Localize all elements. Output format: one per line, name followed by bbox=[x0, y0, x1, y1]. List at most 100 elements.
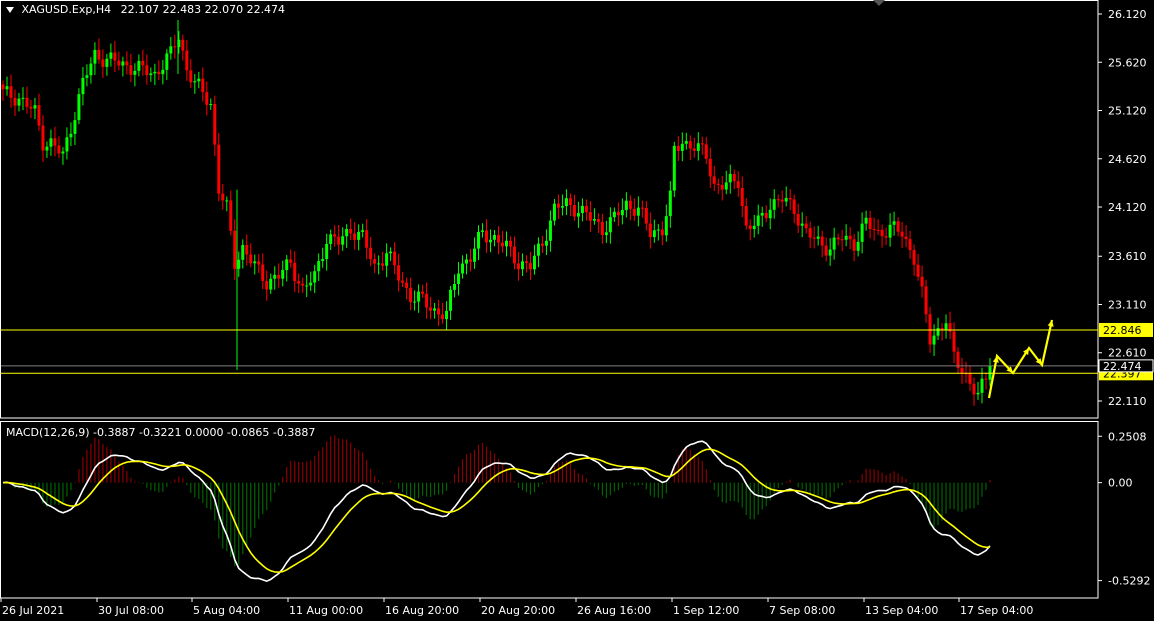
candle-body bbox=[600, 221, 604, 236]
candle-body bbox=[856, 241, 860, 251]
candle-body bbox=[493, 235, 497, 240]
price-tick-label: 23.610 bbox=[1108, 250, 1147, 263]
candle-body bbox=[437, 308, 441, 315]
candle-body bbox=[952, 331, 956, 352]
candle-body bbox=[568, 198, 572, 206]
candle-body bbox=[564, 198, 568, 207]
candle-body bbox=[389, 251, 393, 254]
candle-body bbox=[269, 278, 273, 290]
candle-body bbox=[524, 261, 528, 263]
candle-body bbox=[133, 70, 137, 75]
candle-body bbox=[900, 231, 904, 237]
candle-body bbox=[1, 84, 5, 90]
candle-body bbox=[520, 261, 524, 270]
price-tick-label: 26.120 bbox=[1108, 8, 1147, 21]
candle-body bbox=[405, 282, 409, 289]
candle-body bbox=[165, 53, 169, 70]
candle-body bbox=[840, 239, 844, 241]
candle-body bbox=[932, 335, 936, 345]
candle-body bbox=[321, 259, 325, 262]
candle-body bbox=[145, 65, 149, 76]
candle-body bbox=[848, 235, 852, 240]
candle-body bbox=[361, 230, 365, 232]
candle-body bbox=[205, 92, 209, 105]
candle-body bbox=[940, 328, 944, 330]
candle-body bbox=[41, 125, 45, 151]
candle-body bbox=[500, 242, 504, 247]
candle-body bbox=[636, 207, 640, 216]
candle-body bbox=[401, 280, 405, 283]
candle-body bbox=[349, 228, 353, 234]
candle-body bbox=[620, 210, 624, 216]
candle-body bbox=[740, 188, 744, 207]
candle-body bbox=[113, 52, 117, 61]
candle-body bbox=[580, 205, 584, 214]
candle-body bbox=[544, 240, 548, 246]
candle-body bbox=[481, 230, 485, 232]
candle-body bbox=[976, 392, 980, 395]
candle-body bbox=[800, 223, 804, 226]
candle-body bbox=[417, 291, 421, 302]
candle-body bbox=[17, 98, 21, 106]
candle-body bbox=[532, 255, 536, 270]
candle-body bbox=[968, 373, 972, 384]
time-tick-label: 5 Aug 04:00 bbox=[193, 604, 260, 617]
candle-body bbox=[317, 261, 321, 272]
candle-body bbox=[141, 60, 145, 66]
candle-body bbox=[904, 236, 908, 240]
candle-body bbox=[65, 137, 69, 152]
candle-body bbox=[353, 233, 357, 240]
candle-body bbox=[548, 220, 552, 241]
candle-body bbox=[672, 145, 676, 191]
candle-body bbox=[77, 94, 81, 121]
candle-body bbox=[868, 217, 872, 229]
candle-body bbox=[433, 308, 437, 311]
candle-body bbox=[441, 314, 445, 320]
candle-body bbox=[960, 367, 964, 374]
candle-body bbox=[409, 288, 413, 303]
candle-body bbox=[792, 199, 796, 214]
candle-body bbox=[776, 199, 780, 201]
candle-body bbox=[449, 289, 453, 311]
candle-body bbox=[193, 81, 197, 83]
candle-body bbox=[852, 239, 856, 251]
candle-body bbox=[201, 78, 205, 93]
candle-body bbox=[357, 231, 361, 240]
candle-body bbox=[592, 219, 596, 221]
time-tick-label: 16 Aug 20:00 bbox=[385, 604, 459, 617]
candle-body bbox=[700, 143, 704, 145]
candle-body bbox=[828, 249, 832, 256]
price-chart[interactable]: 26.120 25.620 25.120 24.620 24.120 23.610 23.1… bbox=[0, 0, 1154, 621]
candle-body bbox=[604, 232, 608, 236]
candle-body bbox=[57, 145, 61, 154]
candle-body bbox=[289, 259, 293, 263]
candle-body bbox=[37, 105, 41, 126]
candle-body bbox=[265, 280, 269, 290]
candle-body bbox=[928, 314, 932, 345]
candle-body bbox=[980, 378, 984, 393]
candle-body bbox=[137, 60, 141, 71]
candle-body bbox=[596, 219, 600, 222]
price-tick-label: 22.110 bbox=[1108, 395, 1147, 408]
candle-body bbox=[540, 243, 544, 246]
candle-body bbox=[109, 52, 113, 59]
candle-body bbox=[628, 200, 632, 209]
candle-body bbox=[836, 237, 840, 240]
candle-body bbox=[644, 208, 648, 224]
candle-body bbox=[896, 221, 900, 232]
candle-body bbox=[157, 71, 161, 75]
candle-body bbox=[245, 244, 249, 255]
candle-body bbox=[181, 39, 185, 51]
candle-body bbox=[748, 225, 752, 230]
candle-body bbox=[29, 106, 33, 109]
candle-body bbox=[393, 251, 397, 266]
candle-body bbox=[445, 310, 449, 320]
time-tick-label: 20 Aug 20:00 bbox=[481, 604, 555, 617]
candle-body bbox=[413, 301, 417, 303]
candle-body bbox=[85, 75, 89, 78]
candle-body bbox=[273, 274, 277, 279]
candle-body bbox=[149, 73, 153, 76]
candle-body bbox=[129, 65, 133, 75]
time-tick-label: 30 Jul 08:00 bbox=[98, 604, 164, 617]
candle-body bbox=[816, 236, 820, 239]
